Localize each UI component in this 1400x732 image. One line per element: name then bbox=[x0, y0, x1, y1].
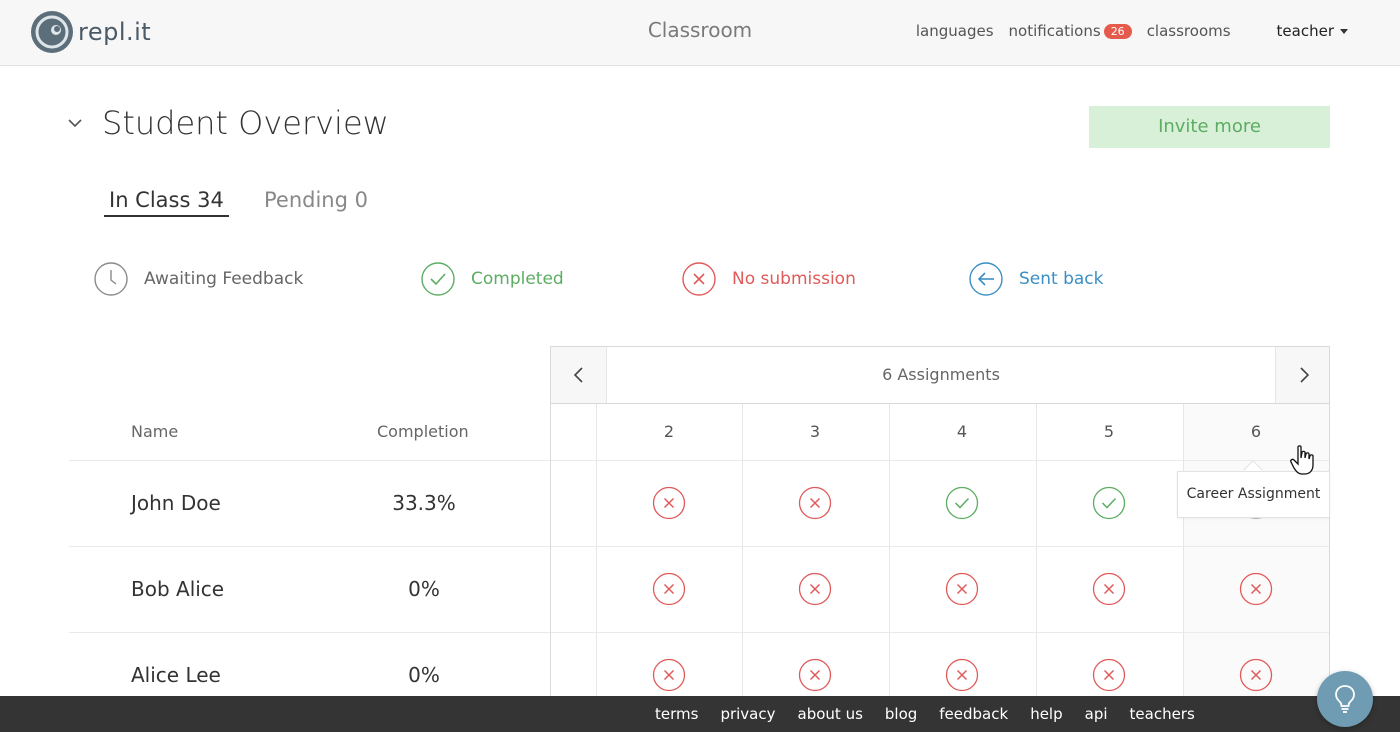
top-navigation-bar: repl.it Classroom languages notification… bbox=[0, 0, 1400, 66]
chevron-right-icon bbox=[1299, 367, 1309, 383]
footer-link-about-us[interactable]: about us bbox=[798, 705, 863, 723]
row-divider bbox=[69, 460, 550, 461]
legend-awaiting-feedback: Awaiting Feedback bbox=[94, 262, 303, 296]
footer-link-api[interactable]: api bbox=[1085, 705, 1108, 723]
column-divider bbox=[742, 404, 743, 732]
column-divider bbox=[1036, 404, 1037, 732]
hand-pointer-cursor-icon bbox=[1290, 445, 1314, 475]
no-submission-icon[interactable] bbox=[945, 572, 979, 606]
tab-in-class[interactable]: In Class 34 bbox=[104, 188, 229, 217]
legend-no-submission: No submission bbox=[682, 262, 856, 296]
student-name[interactable]: Alice Lee bbox=[131, 663, 221, 687]
help-bubble-button[interactable] bbox=[1317, 671, 1373, 727]
assignment-column-header[interactable]: 3 bbox=[742, 422, 888, 441]
legend-label: Completed bbox=[471, 269, 564, 289]
legend-label: No submission bbox=[732, 269, 856, 289]
no-submission-icon[interactable] bbox=[798, 486, 832, 520]
previous-assignments-button[interactable] bbox=[551, 347, 607, 403]
assignments-count: 6 Assignments bbox=[882, 365, 1000, 384]
assignment-tooltip: Career Assignment bbox=[1177, 471, 1330, 518]
x-icon bbox=[682, 262, 716, 296]
assignment-column-header[interactable]: 2 bbox=[596, 422, 742, 441]
assignment-column-header[interactable]: 5 bbox=[1036, 422, 1182, 441]
no-submission-icon[interactable] bbox=[652, 486, 686, 520]
footer-link-help[interactable]: help bbox=[1030, 705, 1062, 723]
assignment-pager: 6 Assignments bbox=[551, 347, 1329, 404]
column-header-completion[interactable]: Completion bbox=[377, 422, 469, 441]
column-header-name[interactable]: Name bbox=[131, 422, 178, 441]
user-name: teacher bbox=[1276, 22, 1334, 40]
footer: terms privacy about us blog feedback hel… bbox=[0, 696, 1400, 732]
column-divider bbox=[1183, 404, 1184, 732]
section-title: Student Overview bbox=[102, 104, 389, 142]
footer-link-privacy[interactable]: privacy bbox=[720, 705, 775, 723]
chevron-left-icon bbox=[573, 367, 583, 383]
row-divider bbox=[551, 546, 1329, 547]
main-nav: languages notifications 26 classrooms tea… bbox=[901, 22, 1348, 40]
no-submission-icon[interactable] bbox=[1239, 658, 1273, 692]
student-completion: 33.3% bbox=[392, 491, 456, 515]
nav-classrooms-link[interactable]: classrooms bbox=[1147, 22, 1231, 40]
footer-link-terms[interactable]: terms bbox=[655, 705, 698, 723]
legend-label: Sent back bbox=[1019, 269, 1104, 289]
no-submission-icon[interactable] bbox=[798, 572, 832, 606]
no-submission-icon[interactable] bbox=[652, 572, 686, 606]
footer-link-feedback[interactable]: feedback bbox=[939, 705, 1008, 723]
tab-pending[interactable]: Pending 0 bbox=[264, 188, 368, 212]
no-submission-icon[interactable] bbox=[652, 658, 686, 692]
nav-languages-link[interactable]: languages bbox=[916, 22, 994, 40]
invite-more-button[interactable]: Invite more bbox=[1089, 106, 1330, 148]
footer-link-blog[interactable]: blog bbox=[885, 705, 917, 723]
notification-count-badge: 26 bbox=[1103, 24, 1132, 39]
nav-notifications-link[interactable]: notifications 26 bbox=[1009, 22, 1132, 40]
footer-links: terms privacy about us blog feedback hel… bbox=[655, 705, 1217, 723]
no-submission-icon[interactable] bbox=[1092, 572, 1126, 606]
column-divider bbox=[889, 404, 890, 732]
assignment-column-header[interactable]: 4 bbox=[889, 422, 1035, 441]
clock-icon bbox=[94, 262, 128, 296]
lightbulb-icon bbox=[1335, 685, 1355, 713]
logo[interactable]: repl.it bbox=[30, 10, 151, 54]
student-completion: 0% bbox=[408, 663, 440, 687]
legend-sent-back: Sent back bbox=[969, 262, 1104, 296]
chevron-down-icon[interactable] bbox=[66, 116, 84, 130]
student-completion: 0% bbox=[408, 577, 440, 601]
no-submission-icon[interactable] bbox=[1092, 658, 1126, 692]
legend-label: Awaiting Feedback bbox=[144, 269, 304, 289]
completed-icon[interactable] bbox=[1092, 486, 1126, 520]
no-submission-icon[interactable] bbox=[1239, 572, 1273, 606]
logo-text: repl.it bbox=[78, 18, 152, 46]
student-name[interactable]: Bob Alice bbox=[131, 577, 224, 601]
footer-link-teachers[interactable]: teachers bbox=[1130, 705, 1195, 723]
student-name[interactable]: John Doe bbox=[131, 491, 221, 515]
row-divider bbox=[551, 460, 1329, 461]
no-submission-icon[interactable] bbox=[798, 658, 832, 692]
assignment-column-header[interactable]: 6 bbox=[1183, 422, 1329, 441]
no-submission-icon[interactable] bbox=[945, 658, 979, 692]
row-divider bbox=[69, 632, 550, 633]
column-divider bbox=[596, 404, 597, 732]
legend-completed: Completed bbox=[421, 262, 564, 296]
nav-notifications-label: notifications bbox=[1008, 22, 1101, 40]
user-menu[interactable]: teacher bbox=[1277, 22, 1348, 40]
arrow-left-icon bbox=[969, 262, 1003, 296]
next-assignments-button[interactable] bbox=[1275, 347, 1329, 403]
row-divider bbox=[551, 632, 1329, 633]
row-divider bbox=[69, 546, 550, 547]
caret-down-icon bbox=[1340, 29, 1348, 34]
check-icon bbox=[421, 262, 455, 296]
replit-logo-icon bbox=[31, 11, 73, 53]
completed-icon[interactable] bbox=[945, 486, 979, 520]
assignment-grid: 6 Assignments 2 3 4 5 6 bbox=[550, 346, 1330, 732]
